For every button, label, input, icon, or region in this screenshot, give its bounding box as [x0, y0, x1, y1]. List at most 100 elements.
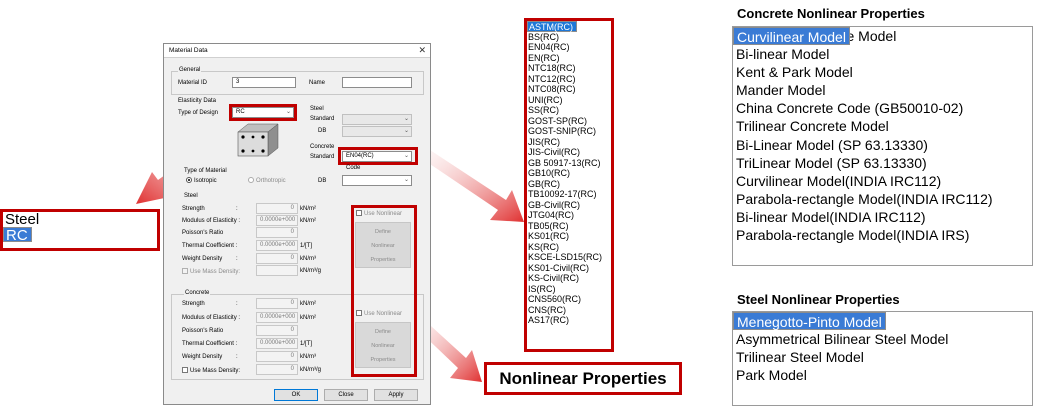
steel-thermal-input[interactable]: 0.0000e+000 — [256, 240, 298, 251]
code-item[interactable]: TB10092-17(RC) — [527, 189, 611, 200]
concrete-model-item[interactable]: Bi-Linear Model (SP 63.13330) — [733, 136, 1032, 154]
concrete-model-item[interactable]: China Concrete Code (GB50010-02) — [733, 99, 1032, 117]
steel-strength-unit: kN/m² — [300, 206, 316, 212]
concrete-model-item[interactable]: Mander Model — [733, 81, 1032, 99]
concrete-modulus-input[interactable]: 0.0000e+000 — [256, 312, 298, 323]
code-item[interactable]: CNS(RC) — [527, 305, 611, 316]
steel-mass-checkbox[interactable]: Use Mass Density: — [182, 268, 240, 275]
code-item[interactable]: IS(RC) — [527, 284, 611, 295]
steel-modulus-input[interactable]: 0.0000e+000 — [256, 215, 298, 226]
code-item[interactable]: BS(RC) — [527, 32, 611, 43]
concrete-standard-highlight — [338, 147, 418, 165]
code-item[interactable]: KS-Civil(RC) — [527, 273, 611, 284]
code-item[interactable]: NTC18(RC) — [527, 63, 611, 74]
concrete-weight-label: Weight Density — [182, 354, 223, 360]
steel-weight-input[interactable]: 0 — [256, 253, 298, 264]
concrete-strength-label: Strength — [182, 301, 205, 307]
code-item[interactable]: ASTM(RC) — [527, 21, 577, 32]
orthotropic-label: Orthotropic — [256, 178, 286, 184]
concrete-weight-unit: kN/m³ — [300, 354, 316, 360]
steel-nonlinear-list: Menegotto-Pinto Model Bilinear Model Asy… — [732, 311, 1033, 406]
concrete-mass-checkbox[interactable]: Use Mass Density: — [182, 367, 240, 374]
concrete-model-item[interactable]: Trilinear Concrete Model — [733, 117, 1032, 135]
concrete-model-item[interactable]: Curvilinear Model — [733, 27, 850, 46]
code-item[interactable]: JIS(RC) — [527, 137, 611, 148]
close-icon[interactable]: ✕ — [418, 45, 426, 56]
concrete-mass-input[interactable]: 0 — [256, 364, 298, 375]
steel-modulus-label: Modulus of Elasticity : — [182, 218, 241, 224]
design-type-highlight — [229, 104, 297, 121]
code-item[interactable]: KSCE-LSD15(RC) — [527, 252, 611, 263]
code-item[interactable]: UNI(RC) — [527, 95, 611, 106]
name-input[interactable] — [342, 77, 412, 88]
code-item[interactable]: SS(RC) — [527, 105, 611, 116]
arrow-to-code-list — [424, 150, 524, 222]
code-item[interactable]: EN(RC) — [527, 53, 611, 64]
steel-model-item[interactable]: Menegotto-Pinto Model — [733, 312, 886, 331]
code-item[interactable]: GB10(RC) — [527, 168, 611, 179]
code-item[interactable]: NTC08(RC) — [527, 84, 611, 95]
concrete-db-select[interactable]: ⌄ — [342, 175, 412, 186]
concrete-nonlinear-title: Concrete Nonlinear Properties — [737, 6, 925, 21]
concrete-model-item[interactable]: Curvilinear Model(INDIA IRC112) — [733, 172, 1032, 190]
steel-weight-unit: kN/m³ — [300, 256, 316, 262]
orthotropic-radio[interactable]: Orthotropic — [248, 177, 286, 184]
code-item[interactable]: GB-Civil(RC) — [527, 200, 611, 211]
ok-button[interactable]: OK — [274, 389, 318, 401]
code-item[interactable]: GB 50917-13(RC) — [527, 158, 611, 169]
concrete-model-item[interactable]: Parabola-rectangle Model(INDIA IRS) — [733, 226, 1032, 244]
chevron-down-icon: ⌄ — [403, 128, 409, 134]
code-item[interactable]: KS01(RC) — [527, 231, 611, 242]
concrete-thermal-unit: 1/[T] — [300, 341, 313, 347]
steel-strength-input[interactable]: 0 — [256, 203, 298, 214]
steel-standard-select[interactable]: ⌄ — [342, 114, 412, 125]
code-item[interactable]: NTC12(RC) — [527, 74, 611, 85]
code-item[interactable]: CNS560(RC) — [527, 294, 611, 305]
concrete-mass-label: Use Mass Density: — [190, 368, 241, 374]
concrete-poisson-input[interactable]: 0 — [256, 325, 298, 336]
material-id-input[interactable]: 3 — [232, 77, 296, 88]
steel-db-label: DB — [318, 128, 327, 134]
concrete-model-item[interactable]: TriLinear Model (SP 63.13330) — [733, 154, 1032, 172]
steel-model-item[interactable]: Asymmetrical Bilinear Steel Model — [733, 330, 1032, 348]
concrete-thermal-input[interactable]: 0.0000e+000 — [256, 338, 298, 349]
steel-section-legend: Steel — [184, 193, 198, 199]
code-item[interactable]: KS(RC) — [527, 242, 611, 253]
code-item[interactable]: KS01-Civil(RC) — [527, 263, 611, 274]
concrete-mass-unit: kN/m³/g — [300, 367, 321, 373]
concrete-strength-unit: kN/m² — [300, 301, 316, 307]
code-item[interactable]: JTG04(RC) — [527, 210, 611, 221]
code-item[interactable]: TB05(RC) — [527, 221, 611, 232]
close-button[interactable]: Close — [324, 389, 368, 401]
apply-button[interactable]: Apply — [374, 389, 418, 401]
concrete-model-item[interactable]: Kent & Park Model — [733, 63, 1032, 81]
code-item[interactable]: EN04(RC) — [527, 42, 611, 53]
steel-model-item[interactable]: Trilinear Steel Model — [733, 348, 1032, 366]
steel-model-item[interactable]: Park Model — [733, 366, 1032, 384]
steel-poisson-label: Poisson's Ratio — [182, 230, 224, 236]
design-type-item-steel[interactable]: Steel — [3, 212, 157, 227]
isotropic-label: Isotropic — [194, 178, 217, 184]
concrete-model-item[interactable]: Bi-linear Model — [733, 45, 1032, 63]
code-item[interactable]: GB(RC) — [527, 179, 611, 190]
steel-strength-label: Strength — [182, 206, 205, 212]
code-item[interactable]: GOST-SP(RC) — [527, 116, 611, 127]
isotropic-radio[interactable]: Isotropic — [186, 177, 217, 184]
concrete-model-item[interactable]: Bi-linear Model(INDIA IRC112) — [733, 208, 1032, 226]
concrete-modulus-unit: kN/m² — [300, 315, 316, 321]
design-type-item-rc[interactable]: RC — [3, 227, 32, 243]
concrete-weight-input[interactable]: 0 — [256, 351, 298, 362]
concrete-strength-input[interactable]: 0 — [256, 298, 298, 309]
code-item[interactable]: JIS-Civil(RC) — [527, 147, 611, 158]
dialog-title: Material Data — [169, 47, 208, 54]
steel-standard-label: Standard — [310, 116, 335, 122]
material-data-dialog: Material Data ✕ General Material ID 3 Na… — [163, 43, 431, 405]
steel-mass-input[interactable] — [256, 265, 298, 276]
code-item[interactable]: AS17(RC) — [527, 315, 611, 326]
code-item[interactable]: GOST-SNIP(RC) — [527, 126, 611, 137]
general-legend: General — [178, 67, 202, 73]
dialog-titlebar: Material Data ✕ — [164, 44, 430, 58]
steel-db-select[interactable]: ⌄ — [342, 126, 412, 137]
concrete-model-item[interactable]: Parabola-rectangle Model(INDIA IRC112) — [733, 190, 1032, 208]
steel-poisson-input[interactable]: 0 — [256, 227, 298, 238]
